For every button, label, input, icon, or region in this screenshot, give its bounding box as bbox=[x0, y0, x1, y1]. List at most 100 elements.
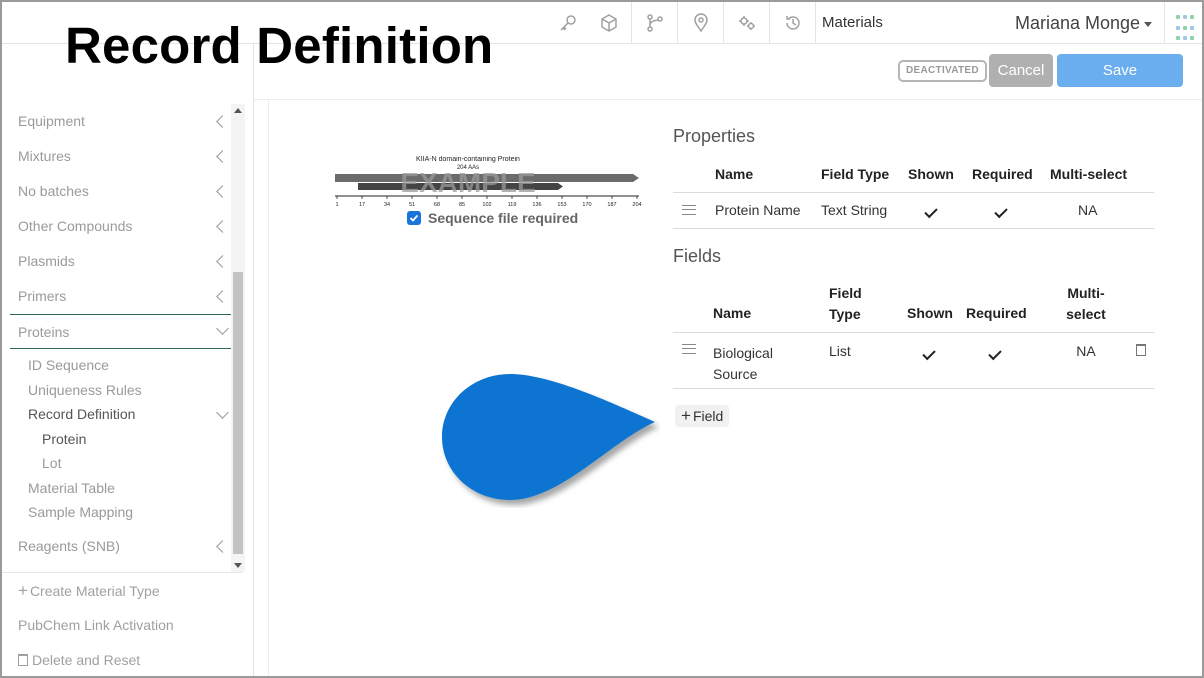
col-header-multi-select: Multi-select bbox=[1056, 276, 1116, 332]
chevron-left-icon bbox=[216, 150, 229, 163]
pubchem-link-activation-link[interactable]: PubChem Link Activation bbox=[2, 608, 242, 643]
trash-icon bbox=[18, 654, 28, 666]
create-material-type-link[interactable]: + Create Material Type bbox=[2, 573, 242, 608]
user-menu[interactable]: Mariana Monge bbox=[1015, 13, 1153, 34]
sidebar-scrollbar[interactable] bbox=[231, 104, 245, 572]
cell-name: Protein Name bbox=[715, 202, 801, 218]
drag-handle-icon[interactable] bbox=[682, 205, 696, 215]
branch-icon[interactable] bbox=[632, 2, 678, 44]
cell-multi-select: NA bbox=[1078, 202, 1098, 218]
key-icon[interactable] bbox=[550, 2, 586, 44]
checkbox-checked-icon[interactable] bbox=[407, 211, 421, 225]
check-icon bbox=[922, 346, 936, 360]
add-field-label: Field bbox=[692, 408, 724, 424]
col-header-field-type-line1: Field bbox=[829, 284, 862, 301]
gears-icon[interactable] bbox=[724, 2, 770, 44]
sidebar-subitem-uniqueness-rules[interactable]: Uniqueness Rules bbox=[10, 378, 245, 403]
cancel-button[interactable]: Cancel bbox=[989, 54, 1053, 87]
sidebar-scroll-area[interactable]: Equipment Mixtures No batches Other Comp… bbox=[10, 104, 245, 572]
sidebar-subitem-label: Lot bbox=[42, 455, 62, 471]
scroll-up-arrow-icon[interactable] bbox=[234, 108, 242, 113]
add-field-button[interactable]: + Field bbox=[675, 405, 730, 427]
col-header-name: Name bbox=[713, 304, 752, 321]
cell-name: Biological Source bbox=[713, 332, 829, 388]
sidebar-subitem-protein[interactable]: Protein bbox=[10, 427, 245, 452]
sidebar-item-no-batches[interactable]: No batches bbox=[10, 174, 245, 209]
col-header-name: Name bbox=[715, 165, 754, 182]
table-row[interactable]: Biological Source List NA bbox=[673, 332, 1154, 388]
create-material-type-label: Create Material Type bbox=[29, 583, 160, 599]
scroll-thumb[interactable] bbox=[233, 272, 243, 554]
delete-and-reset-link[interactable]: Delete and Reset bbox=[2, 643, 242, 676]
cell-name-line1: Biological bbox=[713, 344, 773, 361]
check-icon bbox=[988, 346, 1002, 360]
table-row[interactable]: Protein Name Text String NA bbox=[673, 192, 1154, 228]
col-header-field-type: Field Type bbox=[829, 276, 907, 332]
chevron-left-icon bbox=[216, 185, 229, 198]
chevron-left-icon bbox=[216, 290, 229, 303]
sidebar-item-mixtures[interactable]: Mixtures bbox=[10, 139, 245, 174]
overlay-caption: Record Definition bbox=[65, 17, 494, 74]
sidebar-item-reagents[interactable]: Reagents (SNB) bbox=[10, 529, 245, 564]
cell-name-line2: Source bbox=[713, 365, 758, 382]
sidebar-subitem-label: Sample Mapping bbox=[28, 504, 134, 520]
sidebar-subitem-sample-mapping[interactable]: Sample Mapping bbox=[10, 500, 245, 525]
sidebar-subitem-label: ID Sequence bbox=[28, 357, 109, 373]
col-header-required: Required bbox=[966, 304, 1027, 321]
col-header-multi-select: Multi-select bbox=[1050, 165, 1128, 182]
plus-icon: + bbox=[681, 406, 691, 425]
trash-icon[interactable] bbox=[1136, 343, 1146, 356]
sidebar-subitem-lot[interactable]: Lot bbox=[10, 451, 245, 476]
cell-multi-select: NA bbox=[1076, 342, 1096, 359]
history-icon[interactable] bbox=[770, 2, 816, 44]
sidebar-item-label: Equipment bbox=[18, 113, 85, 129]
check-icon bbox=[994, 204, 1008, 219]
col-header-shown: Shown bbox=[907, 304, 953, 321]
sidebar-item-equipment[interactable]: Equipment bbox=[10, 104, 245, 139]
sidebar-subitem-material-table[interactable]: Material Table bbox=[10, 476, 245, 501]
axis-tick-label: 51 bbox=[409, 202, 415, 208]
sidebar-item-label: No batches bbox=[18, 183, 89, 199]
chevron-down-icon bbox=[216, 406, 229, 419]
sidebar-subitem-record-definition[interactable]: Record Definition bbox=[10, 402, 245, 427]
chevron-left-icon bbox=[216, 115, 229, 128]
scroll-down-arrow-icon[interactable] bbox=[234, 563, 242, 568]
cube-icon[interactable] bbox=[586, 2, 632, 44]
delete-and-reset-label: Delete and Reset bbox=[32, 652, 141, 668]
sidebar-item-primers[interactable]: Primers bbox=[10, 279, 245, 314]
sidebar-item-other-compounds[interactable]: Other Compounds bbox=[10, 209, 245, 244]
sidebar-subitem-label: Material Table bbox=[28, 479, 115, 496]
module-label[interactable]: Materials bbox=[822, 14, 883, 31]
axis-tick-label: 187 bbox=[607, 202, 616, 208]
table-header-row: Name Field Type Shown Required Multi-sel… bbox=[673, 156, 1154, 192]
axis-tick-label: 136 bbox=[532, 202, 541, 208]
col-header-shown: Shown bbox=[908, 165, 954, 182]
chevron-left-icon bbox=[216, 255, 229, 268]
caret-down-icon bbox=[1144, 21, 1153, 27]
sidebar-item-plasmids[interactable]: Plasmids bbox=[10, 244, 245, 279]
table-header-row: Name Field Type Shown Required Multi-sele… bbox=[673, 276, 1154, 332]
sequence-required-label: Sequence file required bbox=[428, 210, 579, 226]
fields-title: Fields bbox=[673, 246, 722, 266]
plus-icon: + bbox=[18, 581, 28, 600]
axis-tick-label: 17 bbox=[359, 202, 365, 208]
col-header-required: Required bbox=[972, 165, 1033, 182]
apps-grid-icon[interactable] bbox=[1164, 2, 1202, 44]
axis-tick-label: 85 bbox=[459, 202, 465, 208]
sidebar-item-proteins[interactable]: Proteins bbox=[10, 314, 245, 349]
axis-tick-label: 170 bbox=[582, 202, 591, 208]
sequence-preview: KIIA-N domain-containing Protein 204 AAs… bbox=[333, 156, 643, 208]
pubchem-link-label: PubChem Link Activation bbox=[18, 617, 174, 633]
save-button[interactable]: Save bbox=[1057, 54, 1183, 87]
location-pin-icon[interactable] bbox=[678, 2, 724, 44]
app-window: Materials Mariana Monge Record Definitio… bbox=[0, 0, 1204, 678]
main-content: KIIA-N domain-containing Protein 204 AAs… bbox=[268, 100, 1202, 676]
properties-title: Properties bbox=[673, 126, 756, 146]
drag-handle-icon[interactable] bbox=[682, 343, 696, 354]
chevron-left-icon bbox=[216, 539, 229, 553]
col-header-multi-line2: select bbox=[1066, 305, 1106, 322]
axis-tick-label: 1 bbox=[335, 202, 338, 208]
sidebar-subitem-id-sequence[interactable]: ID Sequence bbox=[10, 353, 245, 378]
sequence-required-checkbox[interactable]: Sequence file required bbox=[407, 210, 578, 226]
axis-tick-label: 153 bbox=[557, 202, 566, 208]
